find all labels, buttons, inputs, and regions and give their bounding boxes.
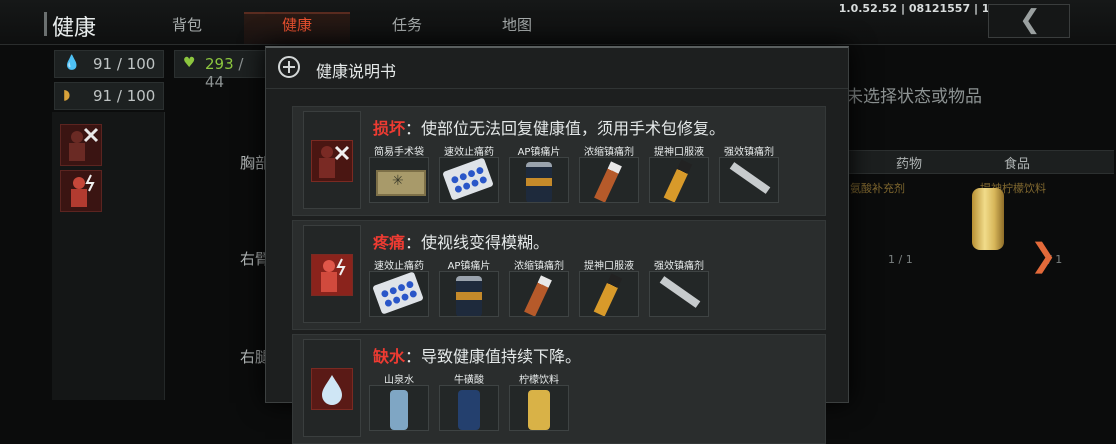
- energy-current: 91: [93, 87, 113, 105]
- title-accent: [44, 12, 47, 36]
- item-name: 柠檬饮料: [519, 375, 559, 386]
- item-image: ●●●● ●●●●: [439, 157, 499, 203]
- item-image: ✳: [369, 157, 429, 203]
- item-image: [509, 385, 569, 431]
- item-image: [439, 385, 499, 431]
- status-keyword: 疼痛: [373, 233, 406, 252]
- item-image: [579, 157, 639, 203]
- dehydration-icon: [311, 368, 353, 410]
- entry-icon-frame: [303, 111, 361, 209]
- lemon-drink-image[interactable]: [972, 188, 1004, 250]
- stomach-icon: ◗: [63, 87, 71, 103]
- item-slot[interactable]: 简易手术袋 ✳: [369, 143, 429, 203]
- item-image: ●●●● ●●●●: [369, 271, 429, 317]
- category-header: 药物 食品: [848, 150, 1114, 174]
- item-name: 浓缩镇痛剂: [584, 147, 634, 158]
- item-image: [579, 271, 639, 317]
- entry-title: 缺水：导致健康值持续下降。: [373, 347, 582, 366]
- item-slot[interactable]: 强效镇痛剂: [649, 257, 709, 317]
- category-food[interactable]: 食品: [1004, 153, 1030, 172]
- tab-health[interactable]: 健康: [282, 14, 312, 35]
- entry-title: 疼痛：使视线变得模糊。: [373, 233, 550, 252]
- tab-backpack[interactable]: 背包: [172, 14, 202, 35]
- item-slot[interactable]: AP镇痛片: [439, 257, 499, 317]
- damaged-icon: [311, 140, 353, 182]
- health-manual-dialog: 健康说明书 损坏：使部位无法回复健康值，须用手术包修复。 简易手术袋 ✳ 速效止痛…: [265, 46, 849, 444]
- item-name: AP镇痛片: [517, 147, 561, 158]
- item-slot[interactable]: 速效止痛药 ●●●● ●●●●: [369, 257, 429, 317]
- water-drop-icon: 💧: [63, 55, 81, 71]
- globe-icon: [278, 56, 300, 78]
- entry-icon-frame: [303, 225, 361, 323]
- item-image: [719, 157, 779, 203]
- top-bar: 健康 背包 健康 任务 地图 1.0.52.52 | 08121557 | 10…: [0, 0, 1116, 45]
- status-description: 导致健康值持续下降。: [421, 347, 582, 366]
- item-slot[interactable]: 牛磺酸: [439, 371, 499, 431]
- pain-status-icon[interactable]: [60, 170, 102, 212]
- item-slot[interactable]: 浓缩镇痛剂: [509, 257, 569, 317]
- item-slot[interactable]: 强效镇痛剂: [719, 143, 779, 203]
- item-slot[interactable]: AP镇痛片: [509, 143, 569, 203]
- hydration-max: 100: [126, 55, 156, 73]
- entry-icon-frame: [303, 339, 361, 437]
- item-name: 速效止痛药: [374, 261, 424, 272]
- entry-title: 损坏：使部位无法回复健康值，须用手术包修复。: [373, 119, 726, 138]
- item-name: 速效止痛药: [444, 147, 494, 158]
- item-image: [509, 157, 569, 203]
- entry-dehydration: 缺水：导致健康值持续下降。 山泉水 牛磺酸 柠檬饮料: [292, 334, 826, 444]
- pain-icon: [311, 254, 353, 296]
- bg-item-count-1: 1 / 1: [888, 253, 913, 266]
- tab-map[interactable]: 地图: [502, 14, 532, 35]
- next-arrow-icon[interactable]: ❯: [1030, 236, 1057, 274]
- item-slot[interactable]: 柠檬饮料: [509, 371, 569, 431]
- status-description: 使视线变得模糊。: [421, 233, 550, 252]
- item-image: [649, 157, 709, 203]
- item-name: 提神口服液: [584, 261, 634, 272]
- item-slot[interactable]: 提神口服液: [579, 257, 639, 317]
- item-name: 提神口服液: [654, 147, 704, 158]
- back-chevron-icon: ❮: [1019, 5, 1041, 35]
- page-title: 健康: [52, 16, 97, 41]
- item-slot[interactable]: 速效止痛药 ●●●● ●●●●: [439, 143, 499, 203]
- item-slot[interactable]: 浓缩镇痛剂: [579, 143, 639, 203]
- hydration-current: 91: [93, 55, 113, 73]
- tab-tasks[interactable]: 任务: [392, 14, 422, 35]
- hydration-stat: 💧 91 / 100: [54, 50, 164, 78]
- selection-hint: 未选择状态或物品: [846, 87, 982, 107]
- status-description: 使部位无法回复健康值，须用手术包修复。: [421, 119, 726, 138]
- item-slot[interactable]: 提神口服液: [649, 143, 709, 203]
- item-name: AP镇痛片: [447, 261, 491, 272]
- category-medicine[interactable]: 药物: [896, 153, 922, 172]
- energy-max: 100: [126, 87, 156, 105]
- body-status-panel: [52, 112, 165, 400]
- item-name: 强效镇痛剂: [654, 261, 704, 272]
- health-max: 44: [205, 73, 225, 91]
- item-image: [509, 271, 569, 317]
- entry-pain: 疼痛：使视线变得模糊。 速效止痛药 ●●●● ●●●● AP镇痛片 浓缩镇痛剂 提神…: [292, 220, 826, 330]
- status-keyword: 损坏: [373, 119, 406, 138]
- health-stat: ♥ 293 / 44: [174, 50, 266, 91]
- item-image: [369, 385, 429, 431]
- energy-stat: ◗ 91 / 100: [54, 82, 164, 110]
- item-image: [649, 271, 709, 317]
- item-slot[interactable]: 山泉水: [369, 371, 429, 431]
- entry-damaged: 损坏：使部位无法回复健康值，须用手术包修复。 简易手术袋 ✳ 速效止痛药 ●●●● ●…: [292, 106, 826, 216]
- damaged-status-icon[interactable]: [60, 124, 102, 166]
- dialog-header: 健康说明书: [266, 48, 848, 89]
- back-button[interactable]: ❮: [988, 4, 1070, 38]
- dialog-title: 健康说明书: [316, 62, 397, 81]
- health-current: 293: [205, 55, 234, 73]
- item-name: 简易手术袋: [374, 147, 424, 158]
- bg-item-name-1: 氨酸补充剂: [850, 182, 905, 195]
- item-image: [439, 271, 499, 317]
- item-name: 牛磺酸: [454, 375, 484, 386]
- item-name: 浓缩镇痛剂: [514, 261, 564, 272]
- heart-icon: ♥: [183, 55, 196, 71]
- item-name: 山泉水: [384, 375, 414, 386]
- item-name: 强效镇痛剂: [724, 147, 774, 158]
- status-keyword: 缺水: [373, 347, 406, 366]
